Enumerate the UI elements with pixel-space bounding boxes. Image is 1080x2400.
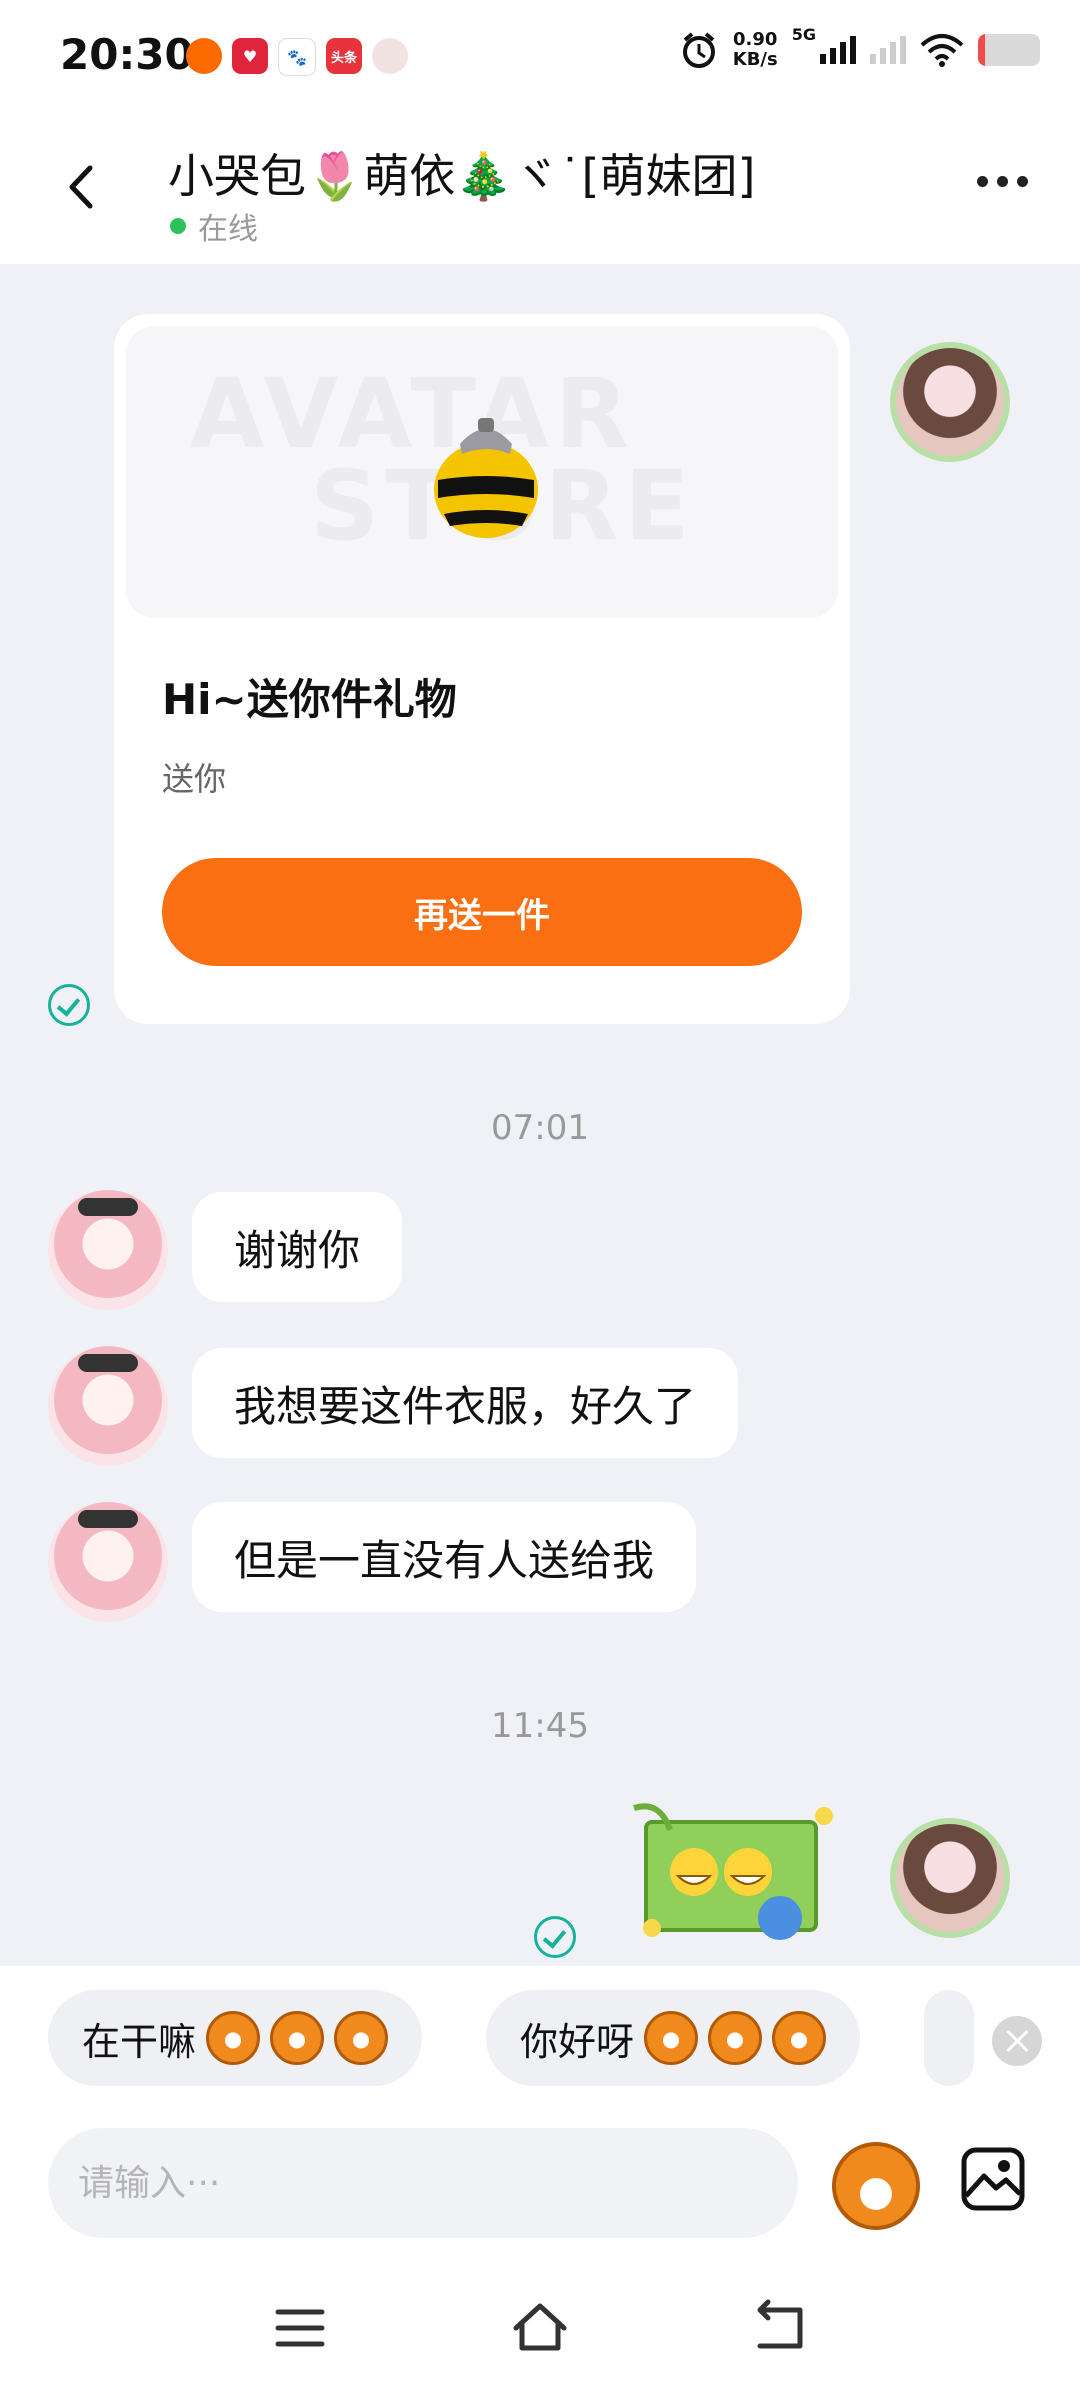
toutiao-app-icon: 头条 [326, 38, 362, 74]
back-nav-icon[interactable] [750, 2298, 810, 2358]
close-quick-replies-icon[interactable] [992, 2016, 1042, 2066]
incoming-message[interactable]: 但是一直没有人送给我 [192, 1502, 697, 1612]
quick-reply-chip[interactable]: 你好呀 [486, 1990, 861, 2086]
message-input[interactable] [48, 2128, 798, 2238]
read-check-icon [48, 984, 90, 1026]
timestamp: 07:01 [491, 1108, 589, 1148]
incoming-message[interactable]: 谢谢你 [192, 1192, 403, 1302]
chat-header: 小哭包🌷萌依🎄ヾ˙[萌妹团] 在线 [0, 118, 1080, 264]
notification-app-icon [186, 38, 222, 74]
chat-title[interactable]: 小哭包🌷萌依🎄ヾ˙[萌妹团] [168, 140, 755, 206]
wifi-icon [920, 34, 964, 67]
gift-title: Hi~送你件礼物 [162, 675, 457, 724]
gift-subtitle: 送你 [162, 760, 227, 798]
gift-card: AVATAR STORE Hi~送你件礼物 送你 再送一件 [114, 314, 850, 1024]
home-icon[interactable] [510, 2298, 570, 2358]
contact-avatar[interactable] [48, 1346, 168, 1466]
contact-avatar[interactable] [48, 1502, 168, 1622]
signal-icon: 5G [792, 25, 856, 64]
my-avatar[interactable] [890, 1818, 1010, 1938]
mascot-grin-icon [270, 2011, 325, 2065]
mascot-grin-icon [206, 2011, 261, 2065]
signal-2-icon [870, 36, 906, 64]
timestamp: 11:45 [491, 1706, 589, 1746]
my-avatar[interactable] [890, 342, 1010, 462]
mascot-smile-icon [772, 2011, 827, 2065]
alarm-icon [682, 32, 715, 68]
quick-reply-bar: 在干嘛 你好呀 [0, 1966, 1080, 2086]
incoming-message[interactable]: 我想要这件衣服，好久了 [192, 1348, 739, 1458]
menu-icon[interactable] [270, 2298, 330, 2358]
baidu-app-icon: 🐾 [278, 38, 316, 76]
mascot-smile-icon [708, 2011, 763, 2065]
quick-reply-chip-partial[interactable] [924, 1990, 974, 2086]
system-nav-bar [0, 2256, 1080, 2400]
heart-app-icon: ♥ [232, 38, 268, 74]
network-speed: 0.90 KB/s [732, 29, 778, 70]
mascot-smile-icon [644, 2011, 699, 2065]
contact-avatar[interactable] [48, 1190, 168, 1310]
read-check-icon [534, 1916, 576, 1958]
presence-label: 在线 [198, 212, 258, 247]
battery-icon [978, 34, 1040, 66]
status-indicators: 0.90 KB/s 5G [679, 25, 1040, 70]
emoji-mascot-icon[interactable] [832, 2142, 920, 2230]
status-app-icons: ♥ 🐾 头条 [186, 38, 408, 76]
input-bar [0, 2086, 1080, 2256]
status-bar: 20:30 ♥ 🐾 头条 0.90 KB/s 5G [0, 0, 1080, 118]
send-again-button[interactable]: 再送一件 [162, 858, 802, 966]
back-icon[interactable] [58, 162, 108, 212]
quick-reply-chip[interactable]: 在干嘛 [48, 1990, 423, 2086]
mascot-grin-icon [334, 2011, 389, 2065]
avatar-app-icon [372, 38, 408, 74]
bee-bag-icon [434, 418, 538, 538]
online-dot-icon [170, 218, 186, 234]
image-picker-icon[interactable] [960, 2146, 1026, 2212]
presence-status: 在线 [170, 204, 258, 248]
grin-emoji-sticker-icon[interactable] [630, 1800, 840, 1950]
more-options-icon[interactable] [977, 176, 1028, 187]
gift-image[interactable]: AVATAR STORE [126, 326, 838, 618]
status-time: 20:30 [60, 30, 194, 79]
